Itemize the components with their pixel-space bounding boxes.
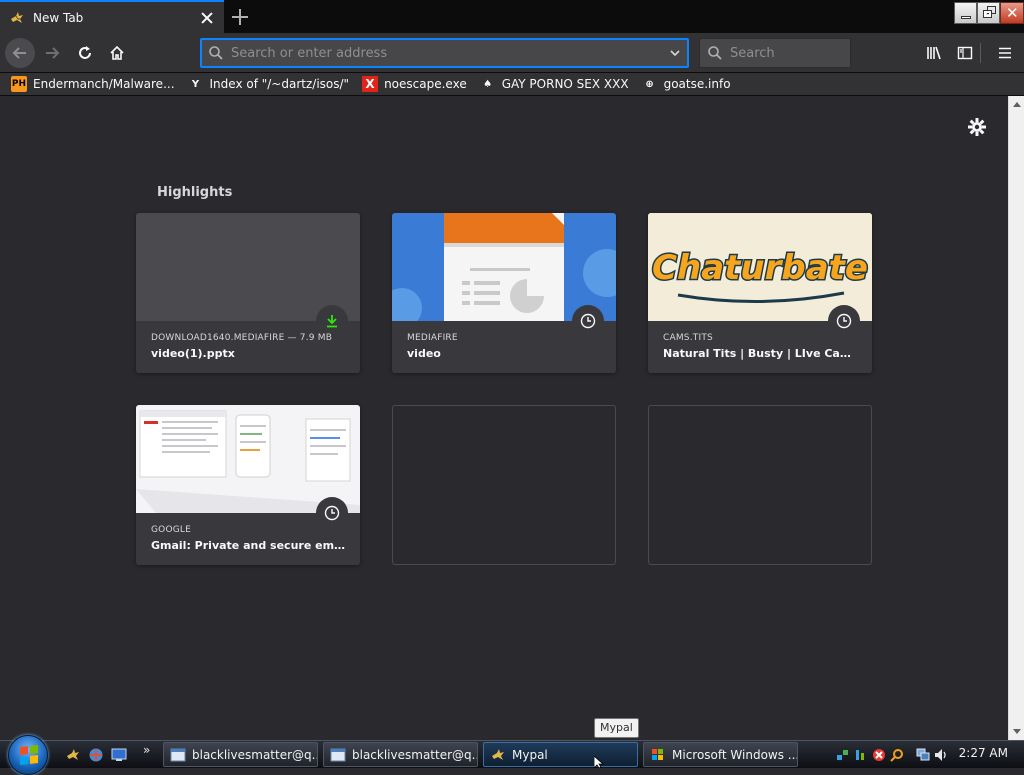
empty-highlight-slot: [648, 405, 872, 565]
search-bar[interactable]: [699, 38, 851, 68]
tab-new-tab[interactable]: New Tab: [0, 0, 224, 33]
highlight-card[interactable]: GOOGLE Gmail: Private and secure email .…: [136, 405, 360, 565]
hamburger-menu-icon: [999, 47, 1011, 59]
new-tab-page: Highlights DOWNLOAD1640.MEDIAFIRE — 7.9 …: [0, 96, 1008, 740]
card-source: GOOGLE: [151, 525, 192, 535]
mypal-icon: [492, 748, 504, 760]
highlights-heading: Highlights: [157, 185, 233, 200]
search-icon: [201, 39, 231, 67]
bookmark-label: goatse.info: [663, 77, 731, 91]
search-icon: [700, 39, 730, 67]
menu-button[interactable]: [990, 38, 1020, 68]
highlight-card[interactable]: Chaturbate CAMS.TITS Natural Tits | Bust…: [648, 213, 872, 373]
bookmark-label: GAY PORNO SEX XXX: [501, 77, 629, 91]
skull-icon: ♠: [483, 78, 493, 90]
quicklaunch-more-icon[interactable]: »: [143, 743, 150, 757]
arrow-left-icon: [12, 47, 26, 59]
taskbar-button-label: Mypal: [512, 747, 548, 762]
card-title: Gmail: Private and secure email ...: [151, 539, 348, 552]
vertical-scrollbar[interactable]: [1008, 96, 1024, 740]
volume-icon[interactable]: [933, 747, 949, 763]
bookmark-item[interactable]: PH Endermanch/Malware...: [11, 76, 175, 92]
windows-flag-icon: [652, 748, 663, 760]
library-icon: [927, 46, 941, 60]
close-window-button[interactable]: ✕: [1000, 2, 1024, 24]
card-source: MEDIAFIRE: [407, 333, 458, 343]
forward-button[interactable]: [37, 38, 67, 68]
taskbar-button-mypal[interactable]: Mypal: [483, 742, 638, 767]
address-input[interactable]: [231, 45, 662, 61]
network-tray-icon[interactable]: [835, 747, 851, 763]
minimize-button[interactable]: [954, 2, 977, 24]
taskbar-button-label: blacklivesmatter@q...: [352, 747, 478, 762]
taskbar-tooltip: Mypal: [594, 718, 639, 738]
sidebar-icon: [957, 46, 973, 60]
bars-tray-icon[interactable]: [853, 747, 869, 763]
window-app-icon: [170, 748, 186, 761]
new-tab-button[interactable]: [228, 6, 252, 28]
url-bar[interactable]: [200, 38, 689, 68]
highlight-card[interactable]: DOWNLOAD1640.MEDIAFIRE — 7.9 MB video(1)…: [136, 213, 360, 373]
card-title: Natural Tits | Busty | LIve Cams| ...: [663, 347, 860, 360]
home-button[interactable]: [102, 38, 132, 68]
card-source: CAMS.TITS: [663, 333, 713, 343]
gear-icon[interactable]: [966, 116, 988, 138]
library-button[interactable]: [919, 38, 949, 68]
bookmarks-toolbar: PH Endermanch/Malware... Y Index of "/~d…: [0, 73, 1024, 96]
search-input[interactable]: [730, 45, 850, 61]
taskbar: » blacklivesmatter@q... blacklivesmatter…: [0, 735, 1024, 775]
toolbar-separator: [980, 43, 981, 63]
taskbar-button[interactable]: blacklivesmatter@q...: [163, 742, 318, 767]
taskbar-button[interactable]: blacklivesmatter@q...: [323, 742, 478, 767]
taskbar-button-label: Microsoft Windows ...: [672, 747, 798, 762]
start-button[interactable]: [8, 735, 48, 775]
show-desktop-icon[interactable]: [110, 746, 128, 764]
bookmark-label: Endermanch/Malware...: [33, 77, 175, 91]
scroll-up-icon[interactable]: [1013, 102, 1021, 107]
x-icon: X: [362, 76, 379, 92]
sidebar-button[interactable]: [950, 38, 980, 68]
bookmark-item[interactable]: ⊕ goatse.info: [642, 76, 731, 92]
windows-logo-icon: [20, 745, 38, 765]
globe-icon: ⊕: [645, 78, 654, 90]
chaturbate-logo: Chaturbate: [652, 248, 868, 288]
card-source: DOWNLOAD1640.MEDIAFIRE — 7.9 MB: [151, 333, 333, 343]
bookmark-item[interactable]: ♠ GAY PORNO SEX XXX: [480, 76, 629, 92]
restore-button[interactable]: [977, 2, 1000, 24]
reload-button[interactable]: [70, 38, 100, 68]
window-controls: ✕: [954, 2, 1024, 24]
title-bar: New Tab ✕: [0, 0, 1024, 33]
magnifier-tray-icon[interactable]: [889, 747, 905, 763]
bookmark-label: Index of "/~dartz/isos/": [209, 77, 350, 91]
clock[interactable]: 2:27 AM: [959, 746, 1008, 760]
home-icon: [110, 45, 124, 60]
bookmark-label: noescape.exe: [384, 77, 467, 91]
card-title: video: [407, 347, 441, 360]
ycombinator-icon: Y: [191, 78, 200, 90]
navigation-toolbar: [0, 33, 1024, 73]
bookmark-item[interactable]: Y Index of "/~dartz/isos/": [188, 76, 350, 92]
back-button[interactable]: [5, 38, 35, 68]
security-alert-icon[interactable]: [871, 747, 887, 763]
reload-icon: [79, 46, 91, 59]
chevron-down-icon[interactable]: [662, 39, 688, 67]
scroll-down-icon[interactable]: [1013, 729, 1021, 734]
window-app-icon: [330, 748, 346, 761]
empty-highlight-slot: [392, 405, 616, 565]
card-title: video(1).pptx: [151, 347, 235, 360]
taskbar-button-label: blacklivesmatter@q...: [192, 747, 318, 762]
network-monitor-icon[interactable]: [915, 747, 931, 763]
arrow-right-icon: [46, 47, 60, 59]
pornhub-icon: PH: [11, 76, 27, 92]
highlight-card[interactable]: MEDIAFIRE video: [392, 213, 616, 373]
mouse-cursor-icon: [594, 756, 604, 768]
mypal-quicklaunch-icon[interactable]: [64, 746, 82, 764]
mypal-icon: [11, 11, 23, 23]
tab-title: New Tab: [33, 10, 84, 25]
bookmark-item[interactable]: X noescape.exe: [362, 76, 467, 92]
browser-quicklaunch-icon[interactable]: [87, 746, 105, 764]
close-tab-icon[interactable]: [199, 10, 215, 26]
taskbar-button[interactable]: Microsoft Windows ...: [643, 742, 798, 767]
